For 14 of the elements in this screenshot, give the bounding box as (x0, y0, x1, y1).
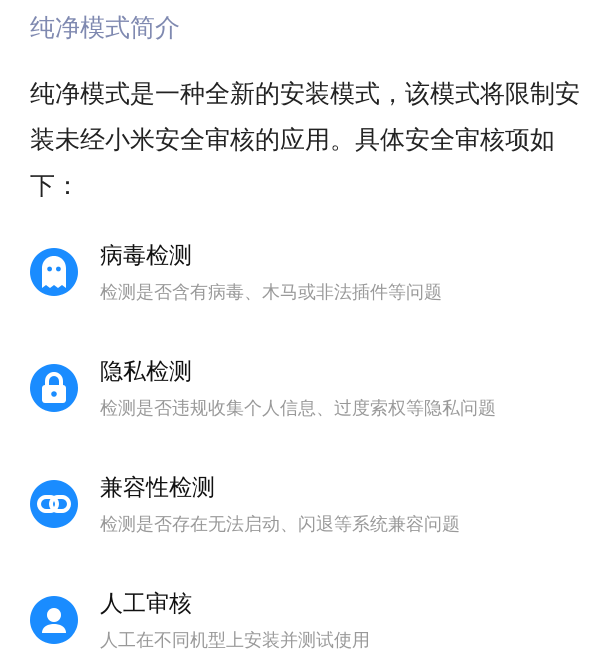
item-description: 检测是否存在无法启动、闪退等系统兼容问题 (100, 513, 460, 536)
item-title: 人工审核 (100, 589, 193, 618)
item-description: 检测是否含有病毒、木马或非法插件等问题 (100, 281, 442, 304)
link-icon (30, 480, 78, 528)
section-title: 纯净模式简介 (30, 13, 181, 44)
person-icon (30, 596, 78, 644)
intro-paragraph: 纯净模式是一种全新的安装模式，该模式将限制安装未经小米安全审核的应用。具体安全审核项如下： (30, 79, 581, 202)
item-title: 病毒检测 (100, 241, 193, 270)
item-title: 隐私检测 (100, 357, 193, 386)
item-description: 检测是否违规收集个人信息、过度索权等隐私问题 (100, 397, 496, 420)
item-description: 人工在不同机型上安装并测试使用 (100, 629, 370, 652)
item-title: 兼容性检测 (100, 473, 216, 502)
lock-icon (30, 364, 78, 412)
ghost-icon (30, 248, 78, 296)
